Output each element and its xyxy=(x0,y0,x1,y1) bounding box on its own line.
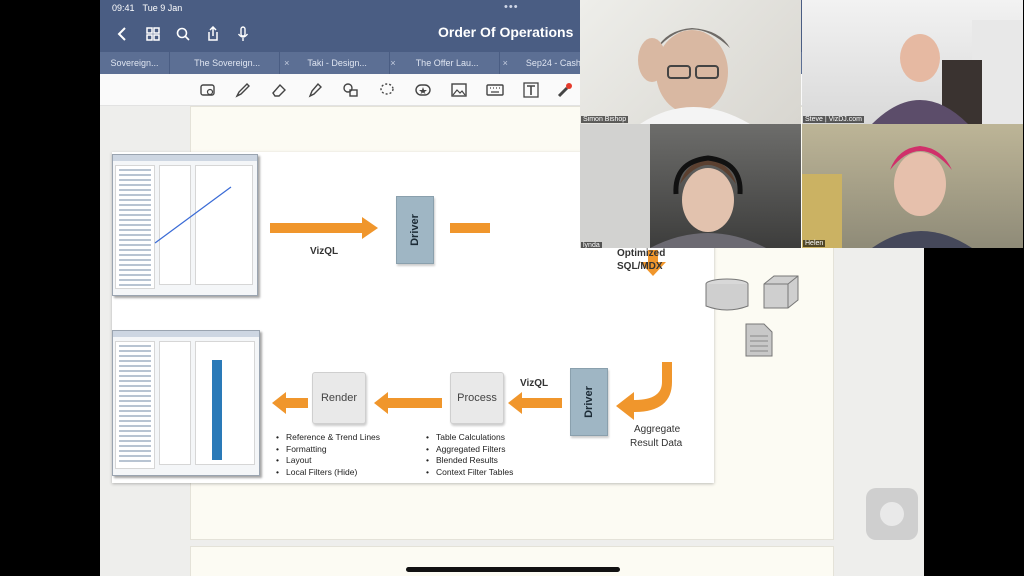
close-icon[interactable]: × xyxy=(503,58,508,68)
chevron-left-icon xyxy=(117,27,126,41)
shapes-icon[interactable] xyxy=(340,80,362,100)
share-button[interactable] xyxy=(198,19,228,49)
list-item: Blended Results xyxy=(426,455,513,467)
process-bullet-list: Table Calculations Aggregated Filters Bl… xyxy=(426,432,513,478)
tab-3[interactable]: × Taki - Design... xyxy=(280,52,390,74)
close-icon[interactable]: × xyxy=(390,58,395,68)
tableau-screenshot-top xyxy=(112,154,258,296)
arrow-left-icon xyxy=(272,392,308,414)
sticker-icon[interactable] xyxy=(412,80,434,100)
video-tile-simon[interactable]: Simon Bishop xyxy=(580,0,801,124)
list-item: Aggregated Filters xyxy=(426,444,513,456)
screen: 09:41 Tue 9 Jan ••• Order Of Operations … xyxy=(0,0,1024,576)
microphone-icon xyxy=(237,26,249,41)
arrow-right-icon xyxy=(270,217,378,239)
close-icon[interactable]: × xyxy=(284,58,289,68)
database-icon xyxy=(705,278,749,311)
list-item: Context Filter Tables xyxy=(426,467,513,479)
list-item: Reference & Trend Lines xyxy=(276,432,380,444)
lasso-image-icon[interactable] xyxy=(197,80,219,100)
document-icon xyxy=(745,323,773,357)
vizql-bottom-label: VizQL xyxy=(520,378,549,389)
participant-name: Steve | VizDJ.com xyxy=(803,116,864,123)
image-icon[interactable] xyxy=(448,80,470,100)
result-data-label: Result Data xyxy=(630,438,683,449)
driver-label: Driver xyxy=(583,386,595,418)
driver-box-top: Driver xyxy=(396,196,434,264)
video-tile-steve[interactable]: Steve | VizDJ.com xyxy=(802,0,1023,124)
tab-label: Sovereign... xyxy=(110,58,159,68)
cube-icon xyxy=(763,275,799,309)
arrow-left-icon xyxy=(508,392,562,414)
home-indicator[interactable] xyxy=(406,567,620,572)
multitasking-dots-icon[interactable]: ••• xyxy=(504,1,519,13)
participant-video xyxy=(638,28,750,124)
aggregate-label: Aggregate xyxy=(634,424,681,435)
lasso-icon[interactable] xyxy=(376,80,398,100)
tab-label: The Sovereign... xyxy=(194,58,261,68)
back-button[interactable] xyxy=(108,19,138,49)
participant-name: Helen xyxy=(803,240,826,247)
list-item: Layout xyxy=(276,455,380,467)
pen-icon[interactable] xyxy=(232,80,254,100)
list-item: Table Calculations xyxy=(426,432,513,444)
curved-arrow-icon xyxy=(616,362,672,420)
document-title[interactable]: Order Of Operations xyxy=(438,24,573,40)
arrow-left-icon xyxy=(374,392,442,414)
optimized-label: Optimized xyxy=(617,248,666,259)
tab-4[interactable]: × The Offer Lau... xyxy=(390,52,500,74)
driver-box-bottom: Driver xyxy=(570,368,608,436)
participant-name: Simon Bishop xyxy=(581,116,629,123)
render-label: Render xyxy=(320,392,358,404)
thumbnails-button[interactable] xyxy=(138,19,168,49)
laser-pointer-icon[interactable] xyxy=(554,80,576,100)
search-button[interactable] xyxy=(168,19,198,49)
status-time: 09:41 xyxy=(112,3,135,13)
assistive-touch-button[interactable] xyxy=(866,488,918,540)
status-date: Tue 9 Jan xyxy=(142,3,183,13)
render-box: Render xyxy=(312,372,366,424)
list-item: Local Filters (Hide) xyxy=(276,467,380,479)
driver-label: Driver xyxy=(409,214,421,246)
arrow-right-icon xyxy=(450,223,490,233)
tableau-screenshot-bottom xyxy=(112,330,260,476)
participant-video xyxy=(872,20,1023,124)
video-tile-lynda[interactable]: lynda xyxy=(580,124,801,248)
tab-label: Taki - Design... xyxy=(307,58,367,68)
microphone-button[interactable] xyxy=(228,19,258,49)
process-label: Process xyxy=(457,392,497,404)
text-icon[interactable] xyxy=(520,80,542,100)
highlighter-icon[interactable] xyxy=(304,80,326,100)
vizql-label: VizQL xyxy=(310,246,339,257)
participant-name: lynda xyxy=(581,242,602,248)
process-box: Process xyxy=(450,372,504,424)
list-item: Formatting xyxy=(276,444,380,456)
render-bullet-list: Reference & Trend Lines Formatting Layou… xyxy=(276,432,380,478)
share-icon xyxy=(208,26,218,41)
eraser-icon[interactable] xyxy=(268,80,290,100)
tab-label: The Offer Lau... xyxy=(415,58,479,68)
video-tile-helen[interactable]: Helen xyxy=(802,124,1023,248)
participant-video xyxy=(580,124,766,248)
sql-mdx-label: SQL/MDX xyxy=(617,261,663,272)
search-icon xyxy=(176,27,190,41)
participant-video xyxy=(802,146,972,248)
keyboard-icon[interactable] xyxy=(484,80,506,100)
grid-icon xyxy=(146,27,160,41)
tab-1[interactable]: Sovereign... xyxy=(100,52,170,74)
tab-2[interactable]: ×The Sovereign... xyxy=(170,52,280,74)
